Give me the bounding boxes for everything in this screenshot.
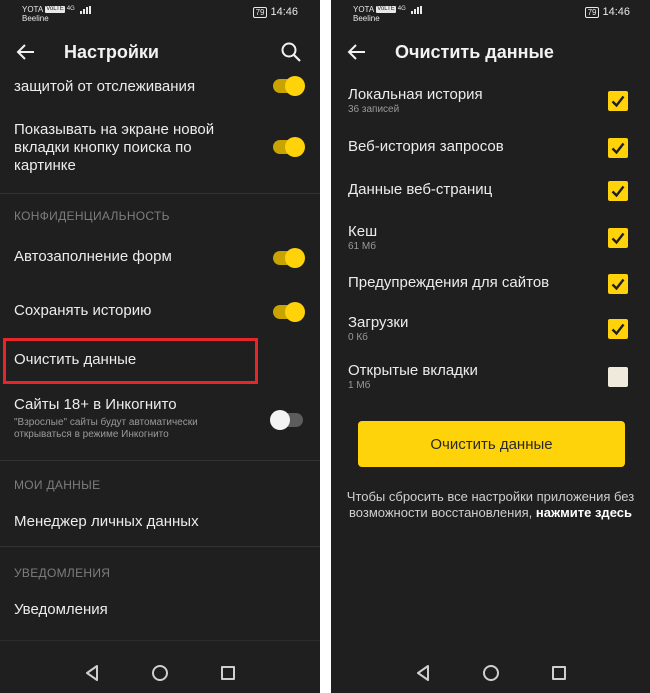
clear-option-row[interactable]: Загрузки 0 Кб [348,314,628,344]
reset-note: Чтобы сбросить все настройки приложения … [345,489,636,521]
battery-icon: 79 [584,6,600,18]
setting-image-search-button[interactable]: Показывать на экране новой вкладки кнопк… [14,121,250,175]
option-label: Предупреждения для сайтов [348,274,550,291]
option-label: Веб-история запросов [348,138,504,155]
network-type: 4G [397,6,406,12]
signal-icon [410,5,422,14]
option-size: 1 Мб [348,380,371,391]
setting-label: защитой от отслеживания [14,78,196,95]
option-label: Открытые вкладки [348,362,478,379]
setting-label: Сохранять историю [14,302,152,319]
network-type: 4G [66,6,75,12]
app-bar: Настройки [0,30,320,75]
section-my-data: МОИ ДАННЫЕ [14,478,101,492]
setting-description: "Взрослые" сайты будут автоматически отк… [14,417,198,440]
checkmark-icon [611,185,625,198]
option-label: Загрузки [348,314,409,331]
divider [0,193,320,194]
checkmark-icon [611,278,625,291]
signal-icon [79,5,91,14]
settings-screen: YOTA VoLTE 4G Beeline 79 14:46 Настройки… [0,0,320,693]
option-checkbox[interactable] [608,367,628,387]
option-label: Локальная история [348,86,483,103]
nav-home-icon[interactable] [152,665,168,681]
setting-label: Менеджер личных данных [14,513,199,530]
back-arrow-icon[interactable] [346,41,368,63]
system-nav-bar [331,653,650,693]
image-search-toggle[interactable] [273,137,305,157]
clear-option-row[interactable]: Кеш 61 Мб [348,223,628,253]
clear-data-button[interactable]: Очистить данные [358,421,625,467]
setting-label: Показывать на экране новой вкладки кнопк… [14,121,215,174]
option-checkbox[interactable] [608,319,628,339]
option-checkbox[interactable] [608,138,628,158]
back-arrow-icon[interactable] [15,41,37,63]
page-title: Настройки [64,42,159,62]
option-label: Данные веб-страниц [348,181,493,198]
option-size: 36 записей [348,104,400,115]
carrier-name: YOTA [22,5,44,14]
checkmark-icon [611,142,625,155]
carrier-name: YOTA [353,5,375,14]
reset-link[interactable]: нажмите здесь [536,505,632,520]
highlight-box [3,338,258,384]
clock: 14:46 [270,6,298,18]
clear-option-row[interactable]: Веб-история запросов [348,138,628,158]
search-icon[interactable] [280,41,302,63]
setting-autofill[interactable]: Автозаполнение форм [14,248,306,266]
carrier-info: YOTA VoLTE 4G Beeline [22,5,91,23]
option-size: 0 Кб [348,332,368,343]
option-size: 61 Мб [348,241,376,252]
carrier-info: YOTA VoLTE 4G Beeline [353,5,422,23]
divider [0,546,320,547]
clear-data-screen: YOTA VoLTE 4G Beeline 79 14:46 Очистить … [331,0,650,693]
battery-icon: 79 [252,6,268,18]
status-right: 79 14:46 [252,6,298,18]
setting-label: Автозаполнение форм [14,248,172,265]
setting-notifications[interactable]: Уведомления [14,601,306,619]
setting-label: Уведомления [14,601,108,618]
setting-adult-sites[interactable]: Сайты 18+ в Инкогнито "Взрослые" сайты б… [14,396,250,441]
option-checkbox[interactable] [608,181,628,201]
option-label: Кеш [348,223,378,240]
section-privacy: КОНФИДЕНЦИАЛЬНОСТЬ [14,209,170,223]
nav-home-icon[interactable] [483,665,499,681]
nav-back-icon[interactable] [85,665,99,681]
setting-tracking-protection[interactable]: защитой от отслеживания [14,78,306,96]
setting-personal-data-manager[interactable]: Менеджер личных данных [14,513,306,531]
divider [0,640,320,641]
checkmark-icon [611,95,625,108]
setting-save-history[interactable]: Сохранять историю [14,302,306,320]
tracking-toggle[interactable] [273,76,305,96]
volte-badge: VoLTE [376,6,396,13]
save-history-toggle[interactable] [273,302,305,322]
checkmark-icon [611,323,625,336]
clock: 14:46 [602,6,630,18]
option-checkbox[interactable] [608,91,628,111]
autofill-toggle[interactable] [273,248,305,268]
carrier-name-2: Beeline [22,14,49,23]
adult-sites-toggle[interactable] [270,410,303,430]
status-right: 79 14:46 [584,6,630,18]
section-notifications: УВЕДОМЛЕНИЯ [14,566,111,580]
clear-option-row[interactable]: Данные веб-страниц [348,181,628,201]
system-nav-bar [0,653,320,693]
clear-option-row[interactable]: Предупреждения для сайтов [348,274,628,294]
clear-option-row[interactable]: Открытые вкладки 1 Мб [348,362,628,392]
status-bar: YOTA VoLTE 4G Beeline 79 14:46 [0,0,320,30]
nav-recent-icon[interactable] [552,666,566,680]
carrier-name-2: Beeline [353,14,380,23]
checkmark-icon [611,232,625,245]
nav-back-icon[interactable] [416,665,430,681]
setting-label: Сайты 18+ в Инкогнито [14,396,177,413]
option-checkbox[interactable] [608,228,628,248]
volte-badge: VoLTE [45,6,65,13]
clear-option-row[interactable]: Локальная история 36 записей [348,86,628,116]
divider [0,460,320,461]
nav-recent-icon[interactable] [221,666,235,680]
app-bar: Очистить данные [331,30,650,75]
status-bar: YOTA VoLTE 4G Beeline 79 14:46 [331,0,650,30]
page-title: Очистить данные [395,42,554,62]
option-checkbox[interactable] [608,274,628,294]
